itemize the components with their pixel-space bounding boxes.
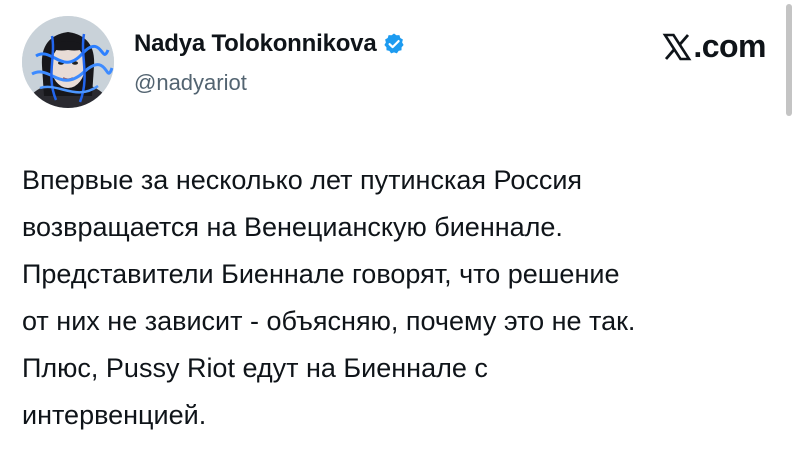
x-com-brand[interactable]: .com [662,28,766,65]
tweet-text-line: возвращается на Венецианскую биеннале. [22,212,563,242]
x-logo-icon [662,32,692,62]
avatar-image [22,16,114,108]
tweet-text-line: интервенцией. [22,400,207,430]
tweet-text: Впервые за несколько лет путинская Росси… [22,157,782,439]
author-handle[interactable]: @nadyariot [134,70,247,96]
author-display-name[interactable]: Nadya Tolokonnikova [134,30,377,58]
tweet-card: Nadya Tolokonnikova @nadyariot .com Впер… [0,0,800,451]
tweet-text-line: Представители Биеннале говорят, что реше… [22,259,620,289]
tweet-text-line: от них не зависит - объясняю, почему это… [22,306,636,336]
author-name-row[interactable]: Nadya Tolokonnikova [134,30,406,58]
brand-domain-label: .com [693,28,766,64]
tweet-text-line: Плюс, Pussy Riot едут на Биеннале с [22,353,488,383]
tweet-text-line: Впервые за несколько лет путинская Росси… [22,165,583,195]
avatar[interactable] [22,16,114,108]
verified-badge-icon [382,32,406,56]
scrollbar[interactable] [786,4,792,116]
